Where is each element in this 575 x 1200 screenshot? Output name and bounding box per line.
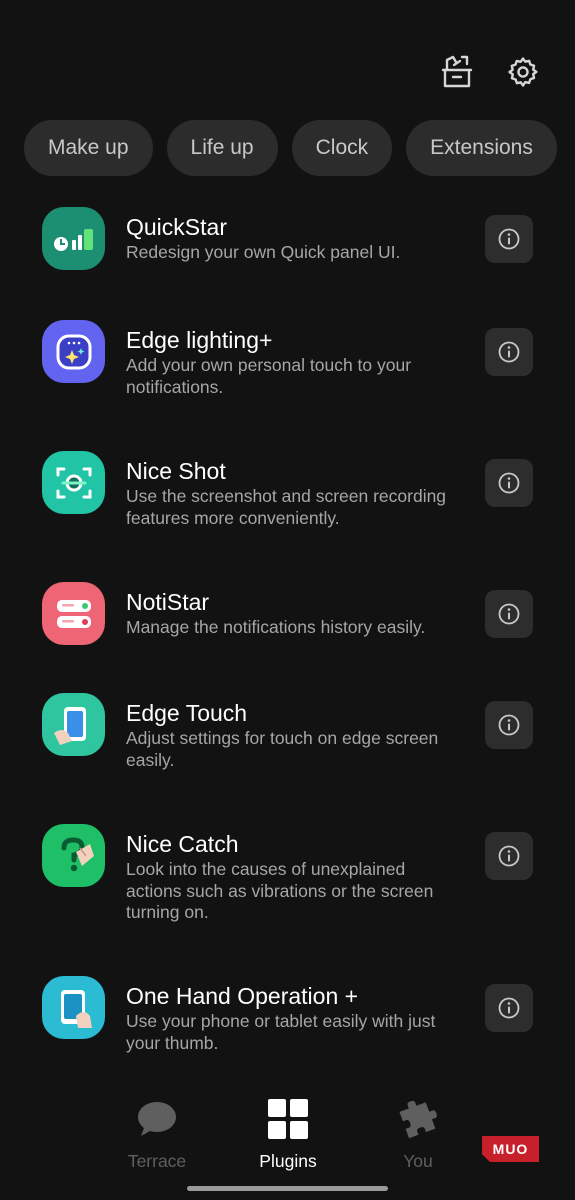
info-button[interactable]: [485, 832, 533, 880]
nice-catch-icon: [42, 824, 105, 887]
notistar-icon: [42, 582, 105, 645]
plugin-name: NotiStar: [126, 589, 210, 615]
info-button[interactable]: [485, 328, 533, 376]
plugin-description: Use your phone or tablet easily with jus…: [126, 1011, 436, 1053]
info-icon: [498, 845, 520, 867]
plugin-name: Edge lighting+: [126, 327, 273, 353]
chip-make-up[interactable]: Make up: [24, 120, 153, 176]
info-button[interactable]: [485, 590, 533, 638]
edge-lighting-icon: [42, 320, 105, 383]
grid-icon: [266, 1095, 310, 1143]
info-icon: [498, 603, 520, 625]
info-icon: [498, 714, 520, 736]
info-button[interactable]: [485, 701, 533, 749]
plugin-name: One Hand Operation +: [126, 983, 359, 1009]
plugin-description: Use the screenshot and screen recording …: [126, 486, 447, 528]
nav-item-terrace[interactable]: Terrace: [97, 1095, 217, 1172]
info-icon: [498, 228, 520, 250]
nav-label: Plugins: [259, 1151, 317, 1171]
chat-bubble-icon: [135, 1095, 179, 1143]
plugin-description: Redesign your own Quick panel UI.: [126, 242, 401, 262]
gear-icon[interactable]: [505, 52, 541, 92]
one-hand-operation-icon: [42, 976, 105, 1039]
archive-box-icon[interactable]: [439, 52, 475, 92]
top-actions: [439, 52, 541, 92]
nice-shot-icon: [42, 451, 105, 514]
chip-clock[interactable]: Clock: [291, 120, 393, 176]
chip-life-up[interactable]: Life up: [166, 120, 278, 176]
plugin-description: Look into the causes of unexplained acti…: [126, 859, 434, 922]
info-button[interactable]: [485, 459, 533, 507]
plugin-name: Nice Catch: [126, 831, 239, 857]
plugin-name: Nice Shot: [126, 458, 226, 484]
plugin-description: Manage the notifications history easily.: [126, 617, 426, 637]
info-button[interactable]: [485, 984, 533, 1032]
nav-item-you[interactable]: You: [358, 1095, 478, 1172]
info-icon: [498, 341, 520, 363]
edge-touch-icon: [42, 693, 105, 756]
plugin-description: Adjust settings for touch on edge screen…: [126, 728, 439, 770]
plugin-name: Edge Touch: [126, 700, 248, 726]
plugin-name: QuickStar: [126, 214, 227, 240]
good-lock-screen: Make up Life up Clock Extensions QuickSt…: [0, 0, 575, 1200]
info-icon: [498, 997, 520, 1019]
nav-label: Terrace: [127, 1151, 187, 1171]
quickstar-icon: [42, 207, 105, 270]
info-icon: [498, 472, 520, 494]
category-chips: Make up Life up Clock Extensions: [24, 120, 575, 176]
nav-item-plugins[interactable]: Plugins: [228, 1095, 348, 1172]
puzzle-piece-icon: [396, 1095, 440, 1143]
home-indicator[interactable]: [187, 1186, 388, 1191]
info-button[interactable]: [485, 215, 533, 263]
nav-label: You: [403, 1151, 433, 1171]
chip-extensions[interactable]: Extensions: [406, 120, 557, 176]
muo-watermark-logo: MUO: [482, 1136, 539, 1162]
plugin-description: Add your own personal touch to your noti…: [126, 355, 412, 397]
